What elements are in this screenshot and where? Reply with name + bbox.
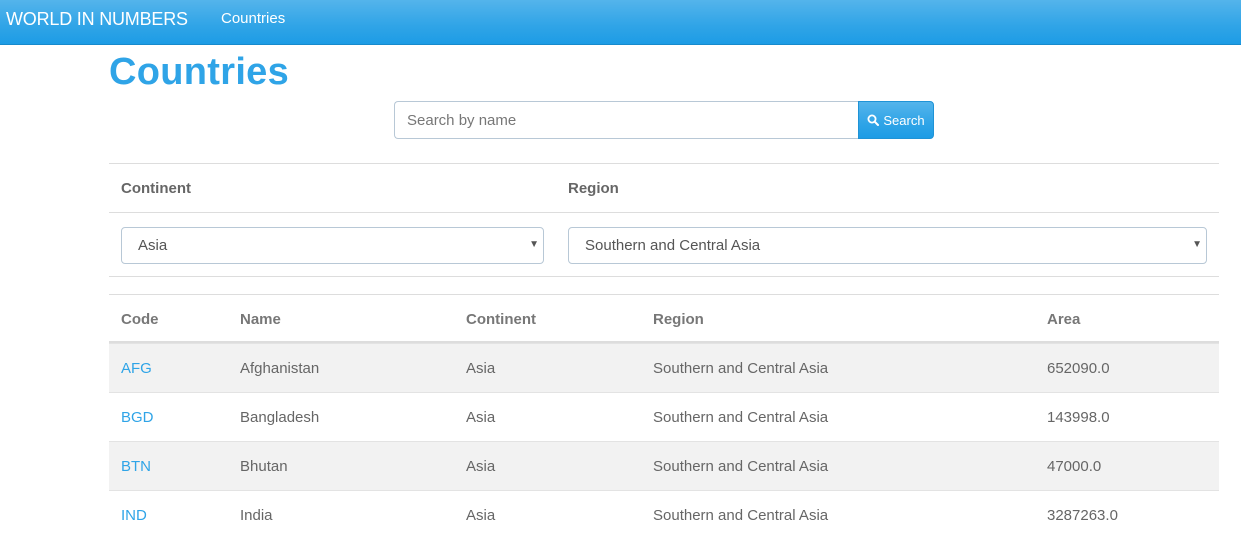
country-continent: Asia (466, 409, 496, 426)
country-area: 652090.0 (1047, 360, 1110, 377)
column-header-continent[interactable]: Continent (466, 311, 536, 329)
country-continent: Asia (466, 507, 496, 524)
country-code-link[interactable]: AFG (121, 360, 152, 377)
country-region: Southern and Central Asia (653, 360, 829, 377)
divider (109, 163, 1219, 164)
nav-link-countries[interactable]: Countries (221, 10, 285, 28)
search-button[interactable]: Search (858, 101, 934, 139)
region-select[interactable]: Southern and Central Asia ▼ (568, 227, 1207, 264)
table-row: IND India Asia Southern and Central Asia… (109, 490, 1219, 539)
country-area: 3287263.0 (1047, 507, 1118, 524)
region-label: Region (568, 180, 619, 197)
search-button-label: Search (883, 112, 925, 128)
continent-label: Continent (121, 180, 191, 197)
table-row: BTN Bhutan Asia Southern and Central Asi… (109, 441, 1219, 490)
country-region: Southern and Central Asia (653, 507, 829, 524)
country-area: 143998.0 (1047, 409, 1110, 426)
countries-table: Code Name Continent Region Area AFG Afgh… (109, 294, 1219, 539)
table-header-row: Code Name Continent Region Area (109, 295, 1219, 343)
country-region: Southern and Central Asia (653, 458, 829, 475)
country-name: Bhutan (240, 458, 288, 475)
country-name: India (240, 507, 273, 524)
navbar: WORLD IN NUMBERS Countries (0, 0, 1241, 45)
region-select-value: Southern and Central Asia (585, 237, 761, 254)
divider (109, 276, 1219, 277)
search-input[interactable] (394, 101, 858, 139)
country-continent: Asia (466, 360, 496, 377)
table-row: AFG Afghanistan Asia Southern and Centra… (109, 343, 1219, 392)
continent-select-value: Asia (138, 237, 168, 254)
country-name: Bangladesh (240, 409, 320, 426)
brand-link[interactable]: WORLD IN NUMBERS (6, 9, 188, 29)
divider (109, 212, 1219, 213)
column-header-code[interactable]: Code (121, 311, 159, 329)
country-continent: Asia (466, 458, 496, 475)
chevron-down-icon: ▼ (529, 239, 539, 250)
page-title: Countries (109, 51, 290, 93)
country-area: 47000.0 (1047, 458, 1102, 475)
country-code-link[interactable]: BTN (121, 458, 151, 475)
column-header-area[interactable]: Area (1047, 311, 1080, 329)
country-code-link[interactable]: IND (121, 507, 147, 524)
country-region: Southern and Central Asia (653, 409, 829, 426)
search-icon (867, 114, 880, 126)
country-name: Afghanistan (240, 360, 320, 377)
table-row: BGD Bangladesh Asia Southern and Central… (109, 392, 1219, 441)
continent-select[interactable]: Asia ▼ (121, 227, 544, 264)
chevron-down-icon: ▼ (1192, 239, 1202, 250)
column-header-region[interactable]: Region (653, 311, 704, 329)
column-header-name[interactable]: Name (240, 311, 281, 329)
country-code-link[interactable]: BGD (121, 409, 154, 426)
